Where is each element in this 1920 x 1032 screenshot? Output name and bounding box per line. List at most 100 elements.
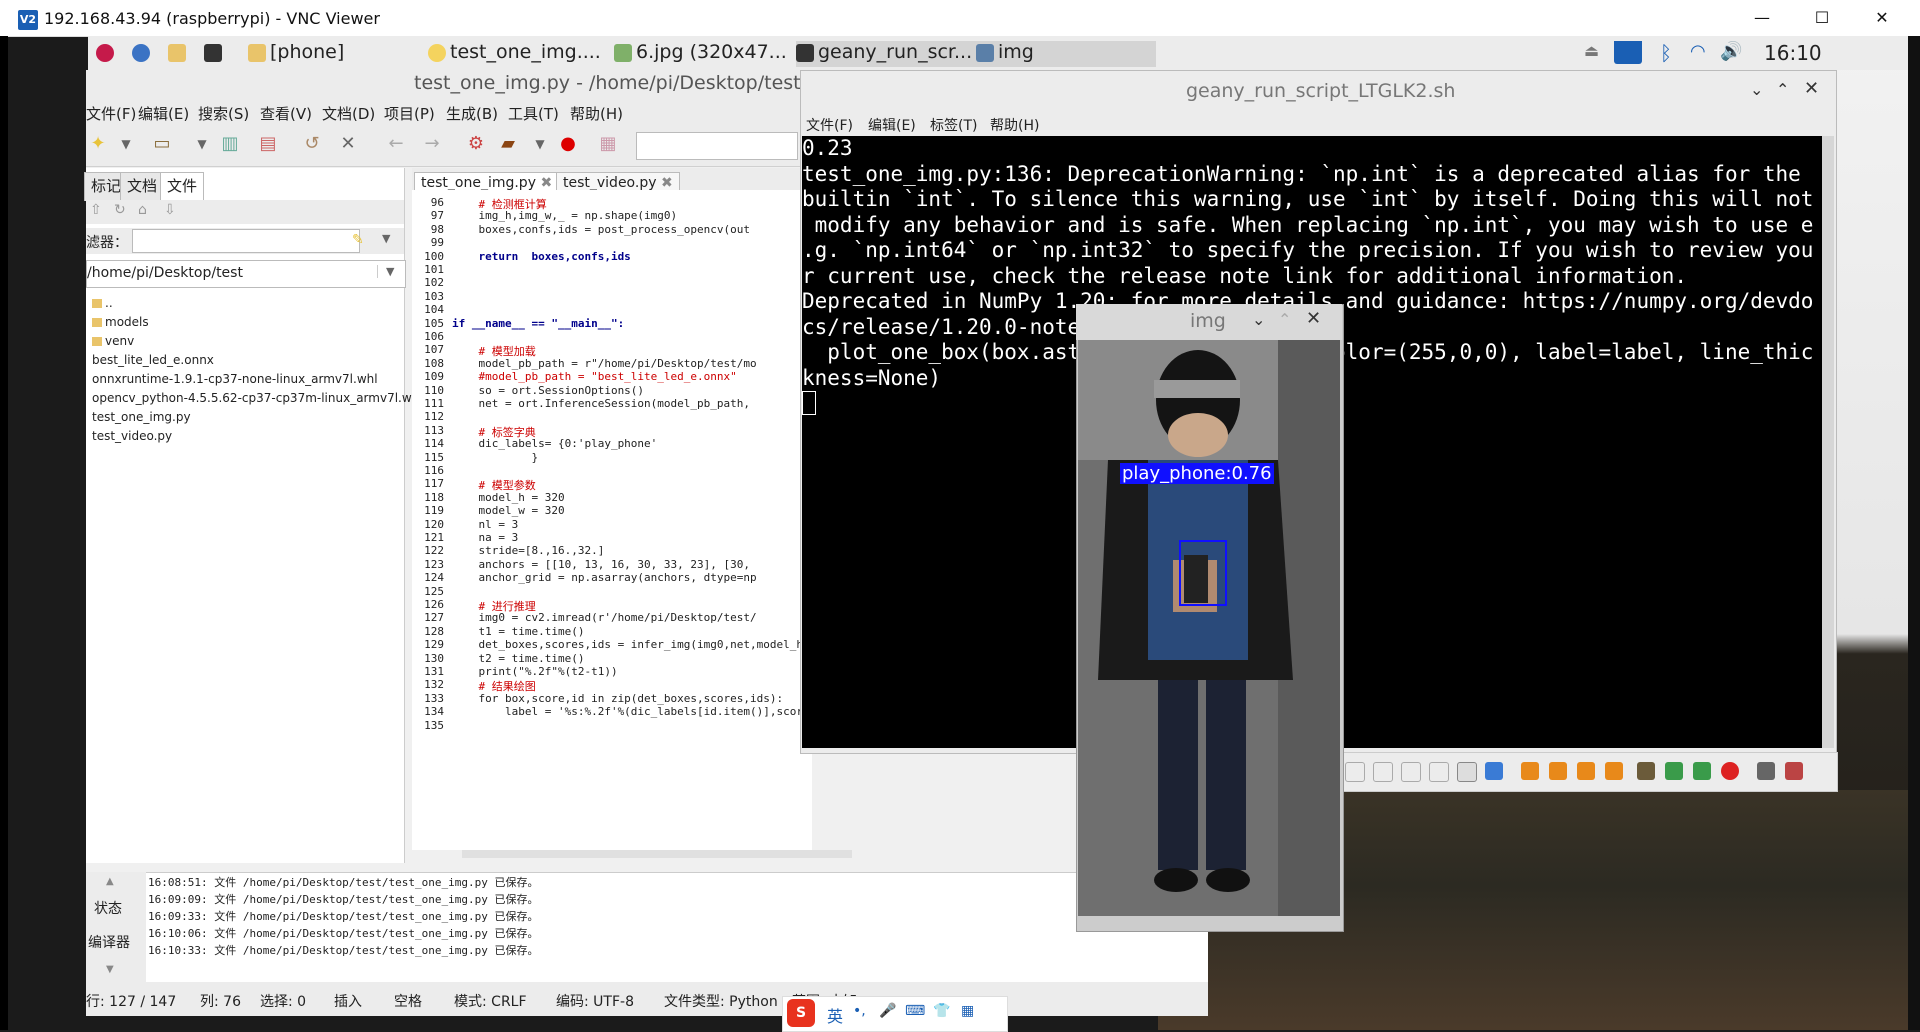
file-item[interactable]: onnxruntime-1.9.1-cp37-none-linux_armv7l… [92, 372, 378, 386]
chevron-down-icon[interactable]: ⌄ [1750, 80, 1763, 99]
refresh-icon[interactable]: ↻ [114, 202, 126, 218]
browser-icon[interactable] [132, 41, 154, 67]
up-folder-icon[interactable]: ⇧ [90, 202, 102, 218]
new-dropdown-icon[interactable]: ▼ [116, 134, 136, 154]
img-close-icon[interactable]: ✕ [1306, 308, 1321, 329]
taskbar-item-image-viewer[interactable]: 6.jpg (320x47... [614, 41, 789, 67]
save-icon[interactable]: ▥ [220, 134, 240, 154]
taskbar-item-phone[interactable]: [phone] [248, 41, 428, 67]
ime-language[interactable]: 英 [827, 1003, 843, 1027]
term-menu-edit[interactable]: 编辑(E) [868, 115, 916, 135]
terminal-scrollbar[interactable] [1822, 136, 1834, 748]
bluetooth-icon[interactable]: ᛒ [1660, 41, 1672, 67]
path-combo[interactable]: /home/pi/Desktop/test ▼ [86, 260, 406, 288]
path-dropdown-icon[interactable]: ▼ [377, 265, 394, 278]
tab-status[interactable]: 状态 [94, 898, 122, 918]
tab-files[interactable]: 文件 [160, 172, 205, 201]
taskbar-item-geany[interactable]: test_one_img.... [428, 41, 608, 67]
revert-icon[interactable]: ↺ [302, 134, 322, 154]
maximize-button[interactable]: ☐ [1802, 6, 1842, 30]
minimize-button[interactable]: — [1742, 6, 1782, 30]
build-icon[interactable]: ▰ [498, 134, 518, 154]
file-item[interactable]: .. [92, 296, 113, 310]
file-item[interactable]: test_one_img.py [92, 410, 191, 424]
rotate-left-icon[interactable] [1521, 762, 1539, 780]
new-file-icon[interactable]: ✦ [88, 134, 108, 154]
flip-vertical-icon[interactable] [1605, 762, 1623, 780]
term-menu-help[interactable]: 帮助(H) [990, 115, 1039, 135]
menu-project[interactable]: 项目(P) [384, 103, 435, 124]
clear-filter-icon[interactable]: ✎ [352, 232, 364, 248]
usb-icon[interactable]: ⏏ [1584, 41, 1599, 67]
toolbox-icon[interactable]: ▦ [961, 1003, 974, 1019]
flip-horizontal-icon[interactable] [1577, 762, 1595, 780]
menu-file[interactable]: 文件(F) [86, 103, 136, 124]
open-file-icon[interactable]: ▭ [152, 134, 172, 154]
file-manager-icon[interactable] [168, 41, 190, 67]
tab-documents[interactable]: 文档 [120, 172, 165, 201]
skin-icon[interactable]: 👕 [933, 1003, 950, 1019]
filter-dropdown-icon[interactable]: ▼ [382, 232, 390, 245]
horizontal-scrollbar[interactable] [462, 850, 852, 858]
taskbar-item-terminal[interactable]: geany_run_scr... [796, 41, 976, 67]
build-dropdown-icon[interactable]: ▼ [530, 134, 550, 154]
back-icon[interactable]: ← [386, 134, 406, 154]
save-all-icon[interactable]: ▤ [258, 134, 278, 154]
file-item[interactable]: venv [92, 334, 134, 348]
menu-view[interactable]: 查看(V) [260, 103, 312, 124]
save-as-icon[interactable] [1693, 762, 1711, 780]
menu-help[interactable]: 帮助(H) [570, 103, 623, 124]
delete-icon[interactable] [1721, 762, 1739, 780]
file-item[interactable]: best_lite_led_e.onnx [92, 353, 214, 367]
close-tab-icon[interactable]: ✖ [540, 175, 552, 191]
keyboard-icon[interactable]: ⌨ [905, 1003, 925, 1019]
zoom-original-icon[interactable] [1457, 762, 1477, 782]
forward-icon[interactable]: → [422, 134, 442, 154]
close-tab-icon[interactable]: ✖ [661, 175, 673, 191]
raspberry-menu-icon[interactable] [96, 41, 118, 67]
fullscreen-icon[interactable] [1485, 762, 1503, 780]
menu-document[interactable]: 文档(D) [322, 103, 375, 124]
save-image-icon[interactable] [1665, 762, 1683, 780]
menu-tools[interactable]: 工具(T) [508, 103, 559, 124]
zoom-in-icon[interactable] [1401, 762, 1421, 782]
ime-punctuation[interactable]: •, [853, 1003, 866, 1019]
taskbar-item-img[interactable]: img [976, 41, 1156, 67]
current-file-dir-icon[interactable]: ⇩ [164, 202, 176, 218]
term-menu-tabs[interactable]: 标签(T) [930, 115, 977, 135]
sogou-logo-icon[interactable]: S [787, 999, 815, 1027]
chevron-up-icon[interactable]: ⌃ [1776, 80, 1789, 99]
preferences-icon[interactable] [1757, 762, 1775, 780]
chevron-down-icon[interactable]: ⌄ [1252, 310, 1265, 329]
terminal-icon[interactable] [204, 41, 226, 67]
menu-edit[interactable]: 编辑(E) [138, 103, 189, 124]
stop-icon[interactable]: ● [558, 134, 578, 154]
chevron-up-icon[interactable]: ⌃ [1278, 310, 1291, 329]
rotate-right-icon[interactable] [1549, 762, 1567, 780]
wifi-icon[interactable]: ◠ [1690, 41, 1706, 67]
home-icon[interactable]: ⌂ [138, 202, 147, 218]
play-icon[interactable] [1345, 762, 1365, 782]
vnc-tray-icon[interactable] [1614, 41, 1646, 67]
scroll-up-icon[interactable]: ▲ [106, 876, 114, 887]
term-menu-file[interactable]: 文件(F) [806, 115, 853, 135]
file-item[interactable]: models [92, 315, 149, 329]
menu-search[interactable]: 搜索(S) [198, 103, 249, 124]
file-item[interactable]: test_video.py [92, 429, 172, 443]
file-item[interactable]: opencv_python-4.5.5.62-cp37-cp37m-linux_… [92, 391, 423, 405]
color-chooser-icon[interactable]: ▦ [598, 134, 618, 154]
compile-icon[interactable]: ⚙ [466, 134, 486, 154]
search-input[interactable] [636, 132, 798, 160]
scroll-down-icon[interactable]: ▼ [106, 964, 114, 975]
open-folder-icon[interactable] [1637, 762, 1655, 780]
filter-input[interactable] [132, 229, 360, 253]
volume-icon[interactable]: 🔊 [1720, 41, 1742, 67]
zoom-fit-icon[interactable] [1429, 762, 1449, 782]
code-editor[interactable]: 96 # 检测框计算 97 img_h,img_w,_ = np.shape(im… [412, 190, 1002, 858]
terminal-close-icon[interactable]: ✕ [1804, 78, 1819, 99]
open-dropdown-icon[interactable]: ▼ [192, 134, 212, 154]
quit-icon[interactable] [1785, 762, 1803, 780]
microphone-icon[interactable]: 🎤 [879, 1003, 896, 1019]
menu-build[interactable]: 生成(B) [446, 103, 498, 124]
close-file-icon[interactable]: ✕ [338, 134, 358, 154]
